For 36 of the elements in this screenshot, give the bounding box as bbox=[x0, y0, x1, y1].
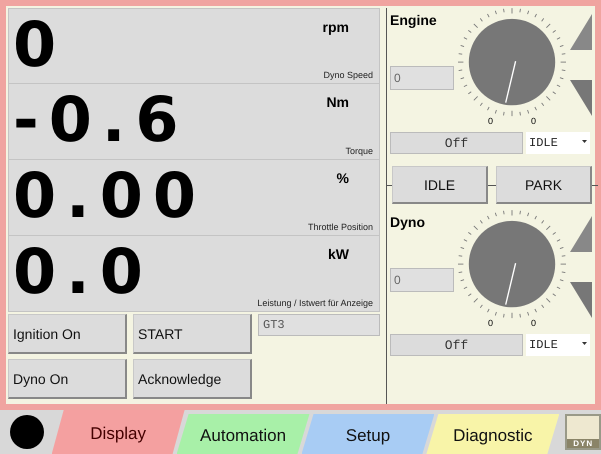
section-title: Dyno bbox=[390, 214, 426, 230]
setpoint-field[interactable]: 0 bbox=[390, 66, 454, 90]
logo: DYN bbox=[565, 414, 601, 450]
readout-caption: Throttle Position bbox=[308, 222, 373, 232]
setpoint-field[interactable]: 0 bbox=[390, 268, 454, 292]
action-button[interactable]: Acknowledge bbox=[133, 359, 252, 399]
status-field: Off bbox=[390, 334, 523, 356]
mode-button[interactable]: PARK bbox=[496, 166, 592, 204]
mode-dropdown[interactable]: IDLE bbox=[526, 334, 590, 356]
unit-label: kW bbox=[328, 246, 349, 262]
action-button[interactable]: Ignition On bbox=[8, 314, 127, 354]
action-button[interactable]: START bbox=[133, 314, 252, 354]
readout-value: -0.6 bbox=[13, 84, 189, 156]
nav-tab[interactable]: Setup bbox=[302, 414, 434, 454]
gauge-label: 0 bbox=[488, 116, 493, 126]
readout-value: 0.00 bbox=[13, 160, 206, 232]
nav-tab[interactable]: Display bbox=[52, 410, 185, 454]
mode-dropdown[interactable]: IDLE bbox=[526, 132, 590, 154]
gauge-label: 0 bbox=[531, 116, 536, 126]
readout-value: 0 bbox=[13, 9, 66, 81]
nav-tab[interactable]: Diagnostic bbox=[426, 414, 560, 454]
nav-tab[interactable]: Automation bbox=[176, 414, 310, 454]
readout-caption: Leistung / Istwert für Anzeige bbox=[257, 298, 373, 308]
action-button[interactable]: Dyno On bbox=[8, 359, 127, 399]
unit-label: rpm bbox=[322, 19, 349, 35]
gauge-label: 0 bbox=[531, 318, 536, 328]
readout-caption: Torque bbox=[345, 146, 373, 156]
gauge-label: 0 bbox=[488, 318, 493, 328]
unit-label: % bbox=[336, 170, 349, 186]
readout-value: 0.0 bbox=[13, 236, 153, 308]
status-field: Off bbox=[390, 132, 523, 154]
profile-field[interactable]: GT3 bbox=[258, 314, 380, 336]
readout-caption: Dyno Speed bbox=[323, 70, 373, 80]
mode-button[interactable]: IDLE bbox=[392, 166, 488, 204]
section-title: Engine bbox=[390, 12, 438, 28]
unit-label: Nm bbox=[326, 94, 349, 110]
